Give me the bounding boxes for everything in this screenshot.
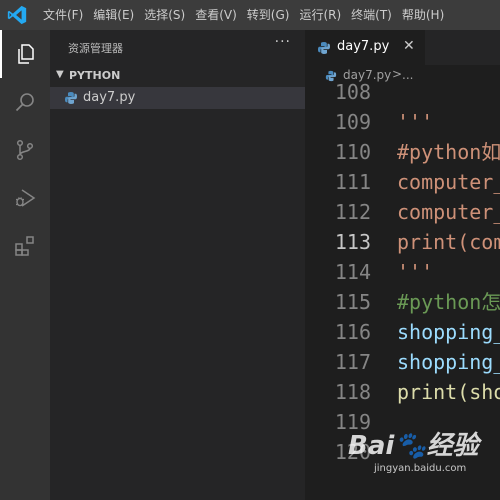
code-line: 112 computer_ xyxy=(305,197,500,227)
code-text: print(sho xyxy=(397,380,500,404)
menu-edit[interactable]: 编辑(E) xyxy=(88,0,139,30)
line-number: 117 xyxy=(334,350,371,374)
sidebar-title: 资源管理器 xyxy=(68,42,123,55)
code-text: shopping_ xyxy=(397,350,500,374)
code-line: 111 computer_ xyxy=(305,167,500,197)
tab-label: day7.py xyxy=(337,39,390,54)
tab-bar: day7.py ✕ xyxy=(305,30,500,65)
code-text: computer_ xyxy=(397,200,500,224)
extensions-button[interactable] xyxy=(0,222,50,270)
run-debug-icon xyxy=(16,189,36,207)
line-number: 116 xyxy=(334,320,371,344)
code-text: ''' xyxy=(397,110,434,134)
line-number: 109 xyxy=(334,110,371,134)
source-control-button[interactable] xyxy=(0,126,50,174)
watermark-brand: Bai🐾经验 xyxy=(348,431,479,461)
line-number: 114 xyxy=(334,260,371,284)
line-number: 115 xyxy=(334,290,371,314)
explorer-sidebar: 资源管理器 ··· ▼ PYTHON day7.py xyxy=(50,30,305,500)
search-icon xyxy=(15,93,34,112)
code-line: 117 shopping_ xyxy=(305,347,500,377)
code-text: #python怎 xyxy=(397,290,500,314)
menu-go[interactable]: 转到(G) xyxy=(242,0,295,30)
source-control-icon xyxy=(16,139,34,161)
code-line: 109 ''' xyxy=(305,107,500,137)
file-name: day7.py xyxy=(83,90,136,105)
python-file-icon xyxy=(318,42,330,54)
line-number: 110 xyxy=(334,140,371,164)
code-line: 116 shopping_ xyxy=(305,317,500,347)
close-icon[interactable]: ✕ xyxy=(403,38,415,54)
menu-file[interactable]: 文件(F) xyxy=(38,0,88,30)
tab-day7[interactable]: day7.py ✕ xyxy=(305,30,425,65)
line-number: 118 xyxy=(334,380,371,404)
line-number: 113 xyxy=(334,230,371,254)
code-text: #python如 xyxy=(397,140,500,164)
line-number: 111 xyxy=(334,170,371,194)
python-file-icon xyxy=(65,92,77,104)
watermark-url: jingyan.baidu.com xyxy=(374,463,467,474)
code-text: shopping_ xyxy=(397,320,500,344)
activity-bar xyxy=(0,30,50,500)
folder-section-python[interactable]: ▼ PYTHON xyxy=(50,66,305,86)
menu-bar: 文件(F) 编辑(E) 选择(S) 查看(V) 转到(G) 运行(R) 终端(T… xyxy=(38,0,449,30)
chevron-down-icon: ▼ xyxy=(56,69,64,80)
code-line: 108 xyxy=(305,80,500,107)
code-text: computer_ xyxy=(397,170,500,194)
code-line: 110 #python如 xyxy=(305,137,500,167)
code-line: 115 #python怎 xyxy=(305,287,500,317)
menu-terminal[interactable]: 终端(T) xyxy=(346,0,397,30)
menu-help[interactable]: 帮助(H) xyxy=(397,0,449,30)
breadcrumb-separator: > xyxy=(392,67,403,81)
menu-run[interactable]: 运行(R) xyxy=(294,0,346,30)
vscode-logo-icon[interactable] xyxy=(6,4,28,26)
code-line: 114 ''' xyxy=(305,257,500,287)
explorer-button[interactable] xyxy=(0,30,50,78)
run-debug-button[interactable] xyxy=(0,174,50,222)
explorer-icon xyxy=(18,44,34,64)
code-text: print(com xyxy=(397,230,500,254)
file-item-day7[interactable]: day7.py xyxy=(50,87,305,109)
baidu-jingyan-watermark: Bai🐾经验 jingyan.baidu.com xyxy=(348,425,498,493)
extensions-icon xyxy=(15,236,34,256)
line-number: 112 xyxy=(334,200,371,224)
folder-label: PYTHON xyxy=(69,69,121,82)
more-actions-icon[interactable]: ··· xyxy=(275,34,291,50)
menu-selection[interactable]: 选择(S) xyxy=(139,0,190,30)
menu-view[interactable]: 查看(V) xyxy=(190,0,242,30)
code-text: ''' xyxy=(397,260,434,284)
code-line-current: 113 print(com xyxy=(305,227,500,257)
search-button[interactable] xyxy=(0,78,50,126)
code-line: 118 print(sho xyxy=(305,377,500,407)
line-number: 108 xyxy=(334,80,371,104)
title-bar: 文件(F) 编辑(E) 选择(S) 查看(V) 转到(G) 运行(R) 终端(T… xyxy=(0,0,500,30)
